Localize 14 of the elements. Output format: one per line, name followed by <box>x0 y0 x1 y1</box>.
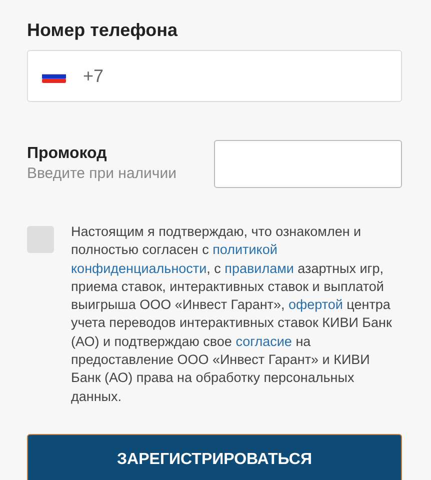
consent-link[interactable]: согласие <box>236 334 292 349</box>
promo-label: Промокод <box>27 144 108 164</box>
promo-field[interactable] <box>214 140 402 188</box>
consent-link[interactable]: конфиденциальности <box>71 260 207 276</box>
consent-link[interactable]: офертой <box>288 297 343 312</box>
consent-link[interactable]: правилами <box>224 260 294 276</box>
consent-link[interactable]: политикой <box>212 242 278 258</box>
register-button[interactable]: ЗАРЕГИСТРИРОВАТЬСЯ <box>27 434 402 480</box>
consent-text: Настоящим я подтверждаю, что ознакомлен и полностью согласен с политикой конфиденциальности, с правилами азартных игр, приема ставок, интерактивных ставок и выплатой выигрыша ООО «Инвест Гарант», офертой центра учета переводов интерактивных ставок КИВИ Банк (АО) и подтверждаю свое согласие на предоставление ООО «Инвест Гарант» и КИВИ Банк (АО) права на обработку персональных данных. <box>71 223 393 406</box>
phone-field[interactable]: +7 <box>27 50 402 102</box>
promo-hint: Введите при наличии <box>27 164 177 184</box>
consent-checkbox[interactable] <box>27 226 54 253</box>
phone-label: Номер телефона <box>27 19 179 42</box>
phone-prefix: +7 <box>83 66 104 86</box>
